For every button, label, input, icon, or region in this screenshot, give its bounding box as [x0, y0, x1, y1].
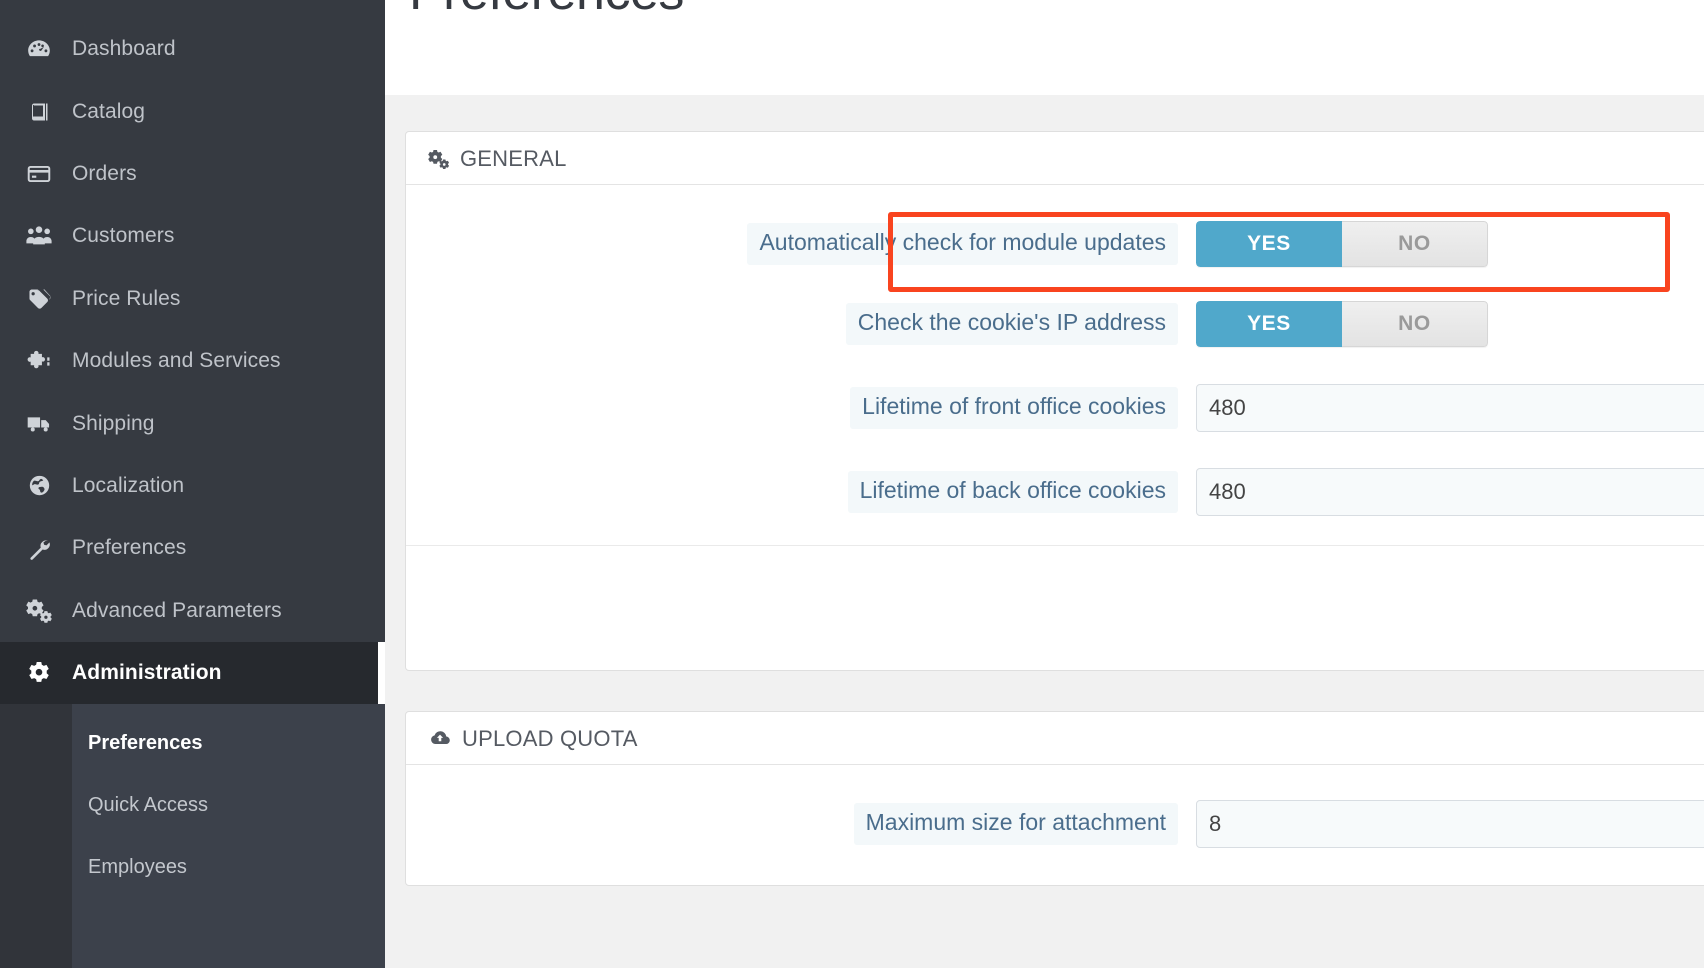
- label-back-office-cookies: Lifetime of back office cookies: [847, 471, 1178, 513]
- sidebar-subitem-label: Employees: [88, 855, 187, 878]
- price-rules-icon: [12, 286, 66, 312]
- administration-submenu: Preferences Quick Access Employees: [0, 704, 385, 968]
- page-header: Preferences: [385, 0, 1704, 95]
- toggle-no-button[interactable]: NO: [1342, 221, 1488, 267]
- customers-icon: [12, 222, 66, 250]
- sidebar-item-localization[interactable]: Localization: [0, 455, 385, 517]
- panel-general-title: GENERAL: [460, 146, 567, 171]
- sidebar-item-label: Advanced Parameters: [72, 598, 282, 622]
- sidebar-item-label: Dashboard: [72, 37, 176, 61]
- sidebar-item-label: Modules and Services: [72, 349, 281, 373]
- panel-upload-quota-title: UPLOAD QUOTA: [462, 726, 638, 751]
- sidebar-item-label: Orders: [72, 161, 137, 185]
- page-title: Preferences: [409, 0, 684, 22]
- localization-icon: [12, 473, 66, 498]
- panel-general-footer: [406, 546, 1704, 642]
- sidebar-item-shipping[interactable]: Shipping: [0, 392, 385, 454]
- panel-general-body: Automatically check for module updates Y…: [406, 185, 1704, 670]
- sidebar-item-dashboard[interactable]: Dashboard: [0, 18, 385, 80]
- sidebar-subitem-preferences[interactable]: Preferences: [72, 712, 385, 774]
- sidebar-item-label: Preferences: [72, 536, 187, 560]
- sidebar-item-customers[interactable]: Customers: [0, 205, 385, 267]
- input-back-office-cookies[interactable]: [1196, 468, 1704, 516]
- form-row-module-updates: Automatically check for module updates Y…: [406, 211, 1704, 277]
- sidebar-item-label: Price Rules: [72, 286, 181, 310]
- toggle-no-button[interactable]: NO: [1342, 301, 1488, 347]
- sidebar-subitem-quick-access[interactable]: Quick Access: [72, 774, 385, 836]
- form-row-max-attachment-size: Maximum size for attachment: [406, 791, 1704, 857]
- panel-general-header: GENERAL: [406, 132, 1704, 185]
- sidebar-item-label: Localization: [72, 473, 185, 497]
- sidebar-item-label: Shipping: [72, 411, 155, 435]
- toggle-module-updates[interactable]: YES NO: [1196, 221, 1488, 267]
- main-content: Preferences GENERAL Automatically check …: [385, 0, 1704, 968]
- sidebar-subitem-employees[interactable]: Employees: [72, 836, 385, 898]
- sidebar-subitem-label: Quick Access: [88, 793, 209, 816]
- cloud-upload-icon: [428, 728, 452, 750]
- sidebar-subitem-label: Preferences: [88, 731, 203, 754]
- panel-general: GENERAL Automatically check for module u…: [405, 131, 1704, 671]
- orders-icon: [12, 161, 66, 187]
- form-row-front-office-cookies: Lifetime of front office cookies: [406, 375, 1704, 441]
- sidebar-item-modules-and-services[interactable]: Modules and Services: [0, 330, 385, 392]
- sidebar-item-advanced-parameters[interactable]: Advanced Parameters: [0, 580, 385, 642]
- sidebar-item-price-rules[interactable]: Price Rules: [0, 268, 385, 330]
- sidebar-item-orders[interactable]: Orders: [0, 143, 385, 205]
- administration-gear-icon: [12, 660, 66, 686]
- modules-icon: [12, 348, 66, 374]
- form-row-back-office-cookies: Lifetime of back office cookies: [406, 459, 1704, 525]
- catalog-icon: [12, 100, 66, 124]
- gears-icon: [428, 148, 450, 170]
- label-module-updates: Automatically check for module updates: [747, 223, 1178, 265]
- sidebar-item-label: Customers: [72, 224, 175, 248]
- shipping-icon: [12, 410, 66, 437]
- dashboard-icon: [12, 36, 66, 62]
- form-row-cookie-ip: Check the cookie's IP address YES NO: [406, 291, 1704, 357]
- label-max-attachment-size: Maximum size for attachment: [853, 803, 1178, 845]
- prestashop-admin-window: Dashboard Catalog Orders Customers Price: [0, 0, 1704, 968]
- sidebar-item-administration[interactable]: Administration: [0, 641, 385, 705]
- toggle-yes-button[interactable]: YES: [1196, 301, 1342, 347]
- sidebar-item-catalog[interactable]: Catalog: [0, 80, 385, 142]
- input-max-attachment-size[interactable]: [1196, 800, 1704, 848]
- label-cookie-ip: Check the cookie's IP address: [845, 303, 1178, 345]
- sidebar-item-label: Administration: [72, 661, 222, 685]
- toggle-cookie-ip[interactable]: YES NO: [1196, 301, 1488, 347]
- input-front-office-cookies[interactable]: [1196, 384, 1704, 432]
- preferences-wrench-icon: [12, 536, 66, 561]
- sidebar-item-preferences[interactable]: Preferences: [0, 517, 385, 579]
- toggle-yes-button[interactable]: YES: [1196, 221, 1342, 267]
- panel-upload-quota-body: Maximum size for attachment: [406, 765, 1704, 885]
- panel-upload-quota: UPLOAD QUOTA Maximum size for attachment: [405, 711, 1704, 886]
- sidebar-item-label: Catalog: [72, 99, 146, 123]
- label-front-office-cookies: Lifetime of front office cookies: [850, 387, 1178, 429]
- panel-upload-quota-header: UPLOAD QUOTA: [406, 712, 1704, 765]
- main-sidebar: Dashboard Catalog Orders Customers Price: [0, 0, 385, 968]
- content-area: GENERAL Automatically check for module u…: [385, 95, 1704, 968]
- advanced-parameters-icon: [12, 597, 66, 624]
